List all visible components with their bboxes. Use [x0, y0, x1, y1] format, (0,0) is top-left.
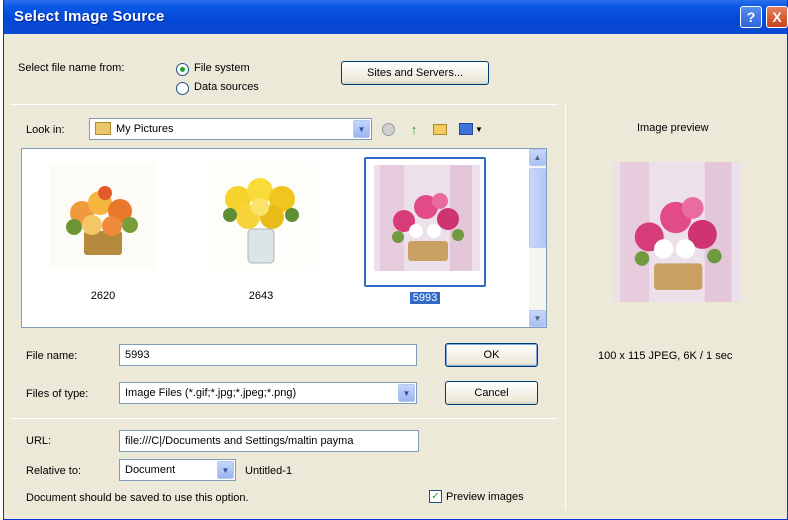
file-name-label: 2620 — [90, 290, 116, 302]
save-notice: Document should be saved to use this opt… — [26, 492, 249, 504]
files-of-type-label: Files of type: — [26, 388, 89, 400]
select-image-source-dialog: Select Image Source ? X Select file name… — [3, 0, 788, 520]
window-title: Select Image Source — [14, 8, 165, 25]
chevron-down-icon[interactable]: ▼ — [217, 461, 234, 479]
title-bar[interactable]: Select Image Source ? X — [4, 0, 788, 34]
file-thumbnail-5993[interactable]: 5993 — [364, 157, 486, 304]
data-sources-radio[interactable] — [176, 82, 189, 95]
vertical-divider — [565, 104, 566, 510]
file-system-label[interactable]: File system — [194, 62, 250, 74]
file-name-label: 5993 — [366, 292, 484, 304]
preview-images-checkbox[interactable]: ✓ — [429, 490, 442, 503]
image-info: 100 x 115 JPEG, 6K / 1 sec — [598, 350, 733, 362]
chevron-down-icon[interactable]: ▼ — [398, 384, 415, 402]
ok-button[interactable]: OK — [445, 343, 538, 367]
image-preview — [613, 162, 741, 302]
divider — [10, 418, 558, 419]
lily-basket-image — [374, 165, 480, 271]
data-sources-label[interactable]: Data sources — [194, 81, 259, 93]
preview-images-label[interactable]: Preview images — [446, 491, 524, 503]
file-list-scrollbar[interactable]: ▲ ▼ — [529, 149, 546, 327]
file-type-value: Image Files (*.gif;*.jpg;*.jpeg;*.png) — [125, 387, 297, 399]
file-name-input[interactable]: 5993 — [119, 344, 417, 366]
cancel-button[interactable]: Cancel — [445, 381, 538, 405]
file-system-radio[interactable] — [176, 63, 189, 76]
file-type-combo[interactable]: Image Files (*.gif;*.jpg;*.jpeg;*.png) ▼ — [119, 382, 417, 404]
scroll-thumb[interactable] — [529, 168, 546, 248]
file-name-label: File name: — [26, 350, 78, 362]
file-thumbnail-2620[interactable]: 2620 — [42, 157, 164, 302]
up-folder-icon[interactable]: ↑ — [406, 121, 422, 137]
look-in-label: Look in: — [26, 124, 65, 136]
look-in-value: My Pictures — [116, 123, 174, 135]
relative-to-value: Document — [125, 464, 176, 476]
url-label: URL: — [26, 435, 52, 447]
help-button[interactable]: ? — [740, 6, 762, 28]
file-name-label: 2643 — [248, 290, 274, 302]
url-input[interactable]: file:///C|/Documents and Settings/maltin… — [119, 430, 419, 452]
back-icon[interactable] — [380, 121, 396, 137]
orange-flowers-image — [50, 163, 156, 269]
file-list[interactable]: 2620 2643 5993 ▲ ▼ — [21, 148, 547, 328]
scroll-down-icon[interactable]: ▼ — [529, 310, 546, 327]
close-button[interactable]: X — [766, 6, 788, 28]
document-name: Untitled-1 — [245, 465, 293, 477]
yellow-flowers-image — [208, 163, 314, 269]
select-from-label: Select file name from: — [18, 62, 125, 74]
sites-and-servers-button[interactable]: Sites and Servers... — [341, 61, 489, 85]
look-in-combo[interactable]: My Pictures ▼ — [89, 118, 372, 140]
new-folder-icon[interactable] — [432, 121, 448, 137]
folder-icon — [95, 122, 111, 135]
image-preview-title: Image preview — [637, 122, 709, 134]
divider — [10, 104, 558, 105]
view-menu-icon[interactable]: ▼ — [458, 121, 484, 137]
file-thumbnail-2643[interactable]: 2643 — [200, 157, 322, 302]
relative-to-label: Relative to: — [26, 465, 82, 477]
scroll-up-icon[interactable]: ▲ — [529, 149, 546, 166]
chevron-down-icon[interactable]: ▼ — [353, 120, 370, 138]
relative-to-combo[interactable]: Document ▼ — [119, 459, 236, 481]
